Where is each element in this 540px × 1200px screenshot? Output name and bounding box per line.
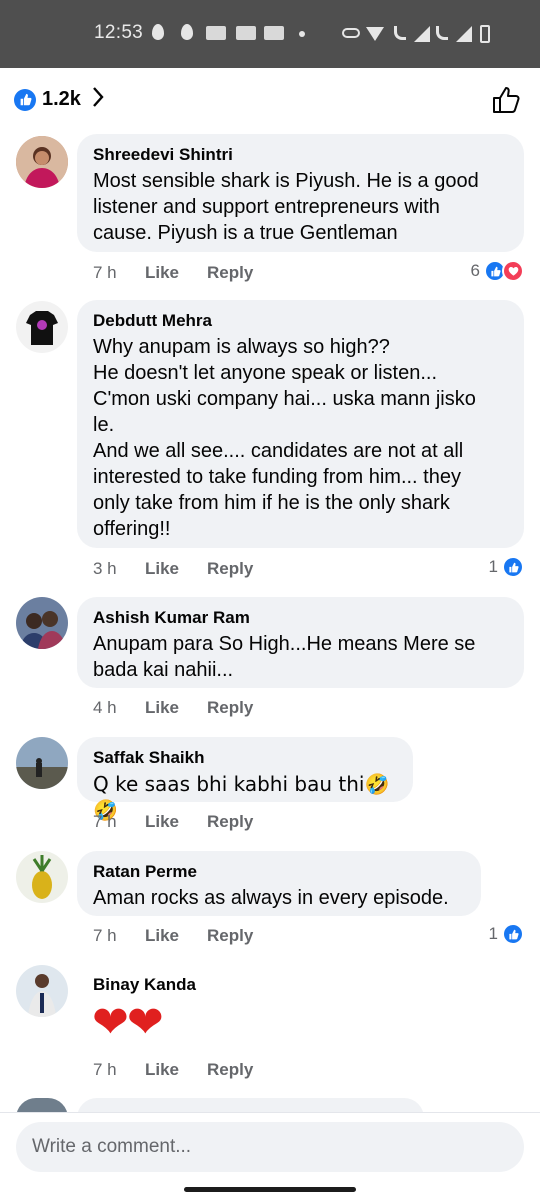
avatar[interactable]: [16, 136, 68, 188]
reply-button[interactable]: Reply: [207, 926, 253, 946]
comment-reactions[interactable]: 1: [489, 556, 524, 578]
more-notifications-icon: [299, 31, 305, 37]
comment-time: 7 h: [93, 263, 117, 282]
reply-button[interactable]: Reply: [207, 812, 253, 832]
comment-bubble[interactable]: Ratan Perme Aman rocks as always in ever…: [77, 851, 481, 916]
comment-text: Aman rocks as always in every episode.: [93, 887, 449, 909]
comment-time: 7 h: [93, 812, 117, 831]
notification-app-icon: [236, 26, 256, 40]
comment-actions: 4 h Like Reply: [93, 698, 281, 718]
avatar[interactable]: [16, 597, 68, 649]
notification-app-icon: [206, 26, 226, 40]
chevron-right-icon: [91, 86, 105, 113]
reaction-count: 1.2k: [42, 88, 81, 110]
location-icon: [181, 24, 193, 40]
wifi-icon: [366, 27, 384, 41]
vpn-key-icon: [342, 28, 360, 38]
signal-icon: [456, 26, 472, 42]
comment-time: 4 h: [93, 698, 117, 717]
comment-time: 7 h: [93, 1060, 117, 1079]
status-time: 12:53: [94, 22, 144, 43]
comment-bubble[interactable]: Saffak Shaikh Q ke saas bhi kabhi bau th…: [77, 737, 413, 822]
comment-text: Most sensible shark is Piyush. He is a g…: [93, 170, 479, 244]
comment-actions: 7 h Like Reply: [93, 812, 281, 832]
comment-author[interactable]: Binay Kanda: [93, 974, 196, 996]
like-icon: [502, 556, 524, 578]
comment-bubble[interactable]: Shreedevi Shintri Most sensible shark is…: [77, 134, 524, 252]
home-indicator[interactable]: [184, 1187, 356, 1192]
love-icon: [502, 260, 524, 282]
reply-button[interactable]: Reply: [207, 559, 253, 579]
reply-button[interactable]: Reply: [207, 263, 253, 283]
like-button[interactable]: Like: [145, 1060, 179, 1080]
wifi-calling-icon: [436, 26, 448, 40]
reaction-summary-button[interactable]: 1.2k: [14, 86, 105, 113]
reply-button[interactable]: Reply: [207, 1060, 253, 1080]
like-button[interactable]: Like: [145, 698, 179, 718]
avatar[interactable]: [16, 965, 68, 1017]
comment-text: Why anupam is always so high?? He doesn'…: [93, 336, 476, 540]
comment-author[interactable]: Saffak Shaikh: [93, 747, 397, 769]
like-icon: [502, 923, 524, 945]
like-icon: [14, 88, 36, 111]
reactions-header: 1.2k: [0, 68, 540, 130]
comment-time: 3 h: [93, 559, 117, 578]
comment-actions: 7 h Like Reply: [93, 263, 281, 283]
comment-time: 7 h: [93, 926, 117, 945]
comment-actions: 7 h Like Reply: [93, 926, 281, 946]
status-bar: 12:53: [0, 0, 540, 68]
like-button[interactable]: Like: [145, 812, 179, 832]
like-button[interactable]: Like: [145, 263, 179, 283]
thumbs-up-outline-icon[interactable]: [490, 84, 522, 116]
battery-icon: [480, 25, 490, 43]
comment-actions: 7 h Like Reply: [93, 1060, 281, 1080]
reaction-count: 1: [488, 557, 498, 576]
comment-reactions[interactable]: 1: [489, 923, 524, 945]
location-icon: [152, 24, 164, 40]
comment-text: ❤❤: [92, 997, 164, 1048]
comment-author[interactable]: Ratan Perme: [93, 861, 465, 883]
comment-text: Anupam para So High...He means Mere se b…: [93, 633, 476, 681]
avatar[interactable]: [16, 851, 68, 903]
avatar[interactable]: [16, 301, 68, 353]
reaction-count: 6: [470, 261, 480, 280]
like-button[interactable]: Like: [145, 926, 179, 946]
comment-bubble[interactable]: Debdutt Mehra Why anupam is always so hi…: [77, 300, 524, 548]
comment-bubble[interactable]: Ashish Kumar Ram Anupam para So High...H…: [77, 597, 524, 688]
comment-reactions[interactable]: 6: [471, 260, 524, 282]
comment-author[interactable]: Debdutt Mehra: [93, 310, 508, 332]
comment-author[interactable]: Ashish Kumar Ram: [93, 607, 508, 629]
reaction-count: 1: [488, 924, 498, 943]
wifi-calling-icon: [394, 26, 406, 40]
comment-author[interactable]: Shreedevi Shintri: [93, 144, 508, 166]
avatar[interactable]: [16, 737, 68, 789]
notification-app-icon: [264, 26, 284, 40]
comment-actions: 3 h Like Reply: [93, 559, 281, 579]
write-comment-input[interactable]: Write a comment...: [16, 1122, 524, 1172]
reply-button[interactable]: Reply: [207, 698, 253, 718]
like-button[interactable]: Like: [145, 559, 179, 579]
signal-icon: [414, 26, 430, 42]
